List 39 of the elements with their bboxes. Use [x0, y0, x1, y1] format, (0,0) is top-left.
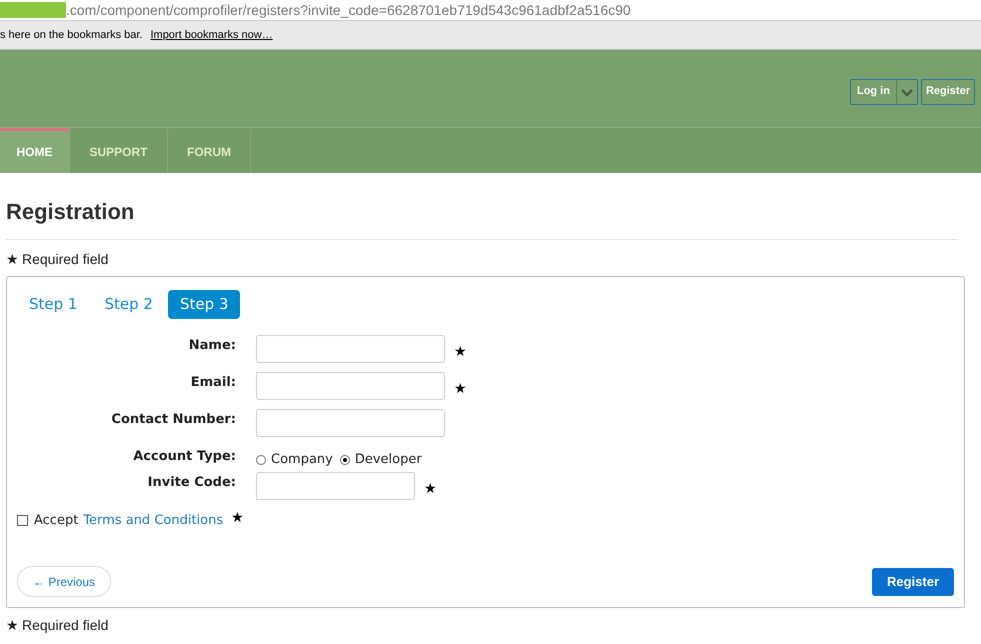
checkbox[interactable]	[17, 515, 28, 526]
radio-label: Developer	[354, 451, 422, 469]
field-label: Name:	[188, 337, 236, 355]
required-note: Required field	[22, 251, 108, 267]
required-mark-label: ★	[231, 509, 244, 528]
register-header-button[interactable]: Register	[920, 78, 975, 104]
step-tab[interactable]: Step 1	[17, 290, 90, 319]
input-field[interactable]	[256, 409, 445, 437]
previous-button[interactable]: ← Previous	[17, 566, 112, 597]
field-label: Invite Code:	[146, 474, 236, 492]
required-mark-label: ★	[454, 342, 467, 362]
field-label: Contact Number:	[110, 411, 236, 429]
bookmarks-bar-text: s here on the bookmarks bar.	[0, 28, 142, 43]
register-button[interactable]: Register	[872, 568, 954, 596]
redaction-mark	[0, 2, 66, 18]
import-bookmarks-link[interactable]: Import bookmarks now…	[150, 26, 273, 44]
input-field[interactable]	[256, 372, 445, 400]
nav-tab[interactable]: FORUM	[168, 128, 251, 173]
login-button-group[interactable]: Log in	[850, 78, 918, 104]
input-field[interactable]	[256, 335, 445, 363]
radio-button[interactable]	[256, 454, 266, 465]
radio-label: Company	[271, 451, 333, 469]
required-mark-label: ★	[6, 617, 19, 633]
required-mark-label: ★	[454, 380, 467, 398]
required-mark-label: ★	[6, 251, 19, 267]
step-tab[interactable]: Step 3	[168, 290, 240, 319]
radio-button[interactable]	[340, 454, 350, 465]
field-label: Email:	[190, 374, 236, 392]
field-label: Account Type:	[132, 448, 236, 466]
nav-tab[interactable]: HOME	[0, 128, 70, 173]
page-title: Registration	[6, 198, 136, 226]
nav-tab[interactable]: SUPPORT	[70, 128, 168, 173]
required-note: Required field	[22, 617, 108, 633]
required-mark-label: ★	[424, 480, 437, 498]
accept-label: Accept	[34, 512, 78, 530]
address-url[interactable]: .com/component/comprofiler/registers?invite_code=6628701eb719d543c961adbf2a516c90	[66, 3, 631, 17]
step-tab[interactable]: Step 2	[92, 290, 165, 319]
terms-link[interactable]: Terms and Conditions	[83, 511, 224, 530]
input-field[interactable]	[256, 472, 415, 500]
